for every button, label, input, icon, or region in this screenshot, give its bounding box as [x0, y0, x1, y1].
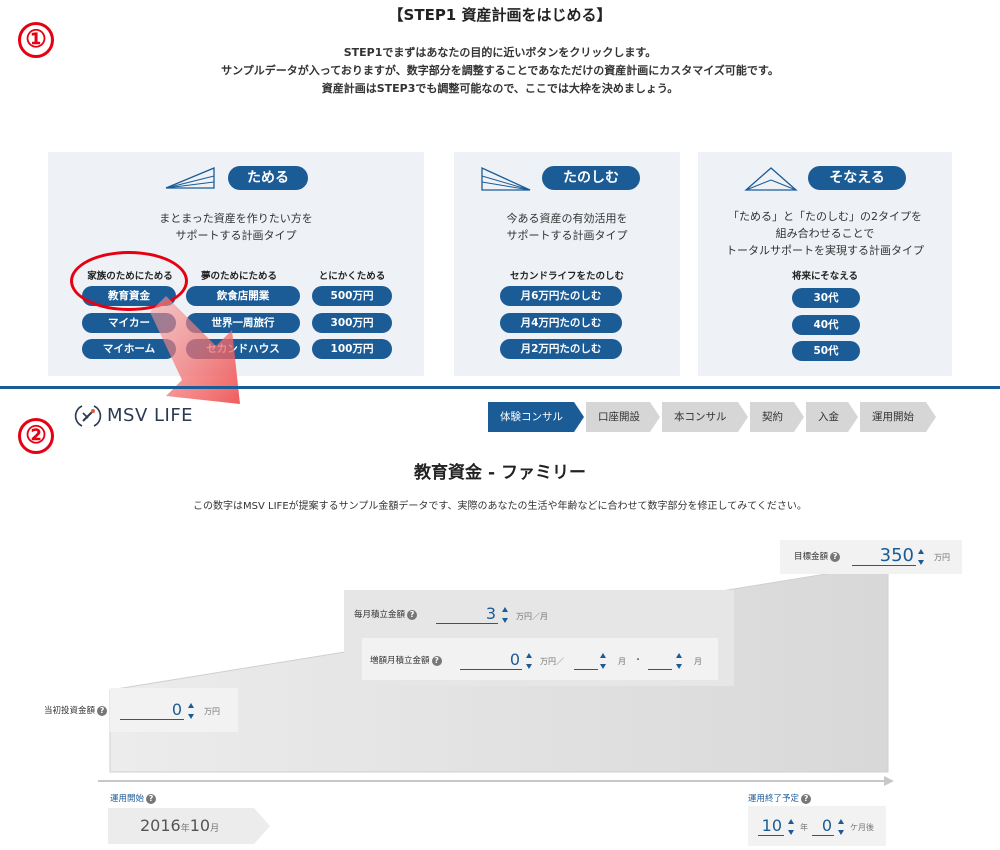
option-enjoy-20k[interactable]: 月2万円たのしむ: [500, 339, 622, 359]
end-label: 運用終了予定?: [748, 792, 812, 804]
monthly-amount-unit: 万円／月: [516, 612, 548, 621]
type-tanoshimu-button[interactable]: たのしむ: [542, 166, 640, 190]
step-trial-consult[interactable]: 体験コンサル: [488, 402, 584, 432]
intro-line-3: 資産計画はSTEP3でも調整可能なので、ここでは大枠を決めましょう。: [321, 82, 679, 95]
monthly-amount-spinner[interactable]: [502, 606, 508, 624]
intro-line-2: サンプルデータが入っておりますが、数字部分を調整することであなただけの資産計画に…: [221, 64, 779, 77]
target-amount-spinner[interactable]: [918, 548, 924, 566]
start-label: 運用開始?: [110, 792, 157, 804]
increase-month2-input[interactable]: [648, 650, 672, 670]
end-months-input[interactable]: 0: [812, 816, 834, 836]
option-enjoy-60k[interactable]: 月6万円たのしむ: [500, 286, 622, 306]
tameru-desc-line-1: まとまった資産を作りたい方を: [159, 212, 313, 225]
initial-amount-spinner[interactable]: [188, 702, 194, 720]
increase-label: 増額月積立金額?: [370, 654, 442, 666]
initial-amount-box: 0 万円: [110, 688, 238, 732]
end-months-spinner[interactable]: [838, 818, 844, 836]
end-years-spinner[interactable]: [788, 818, 794, 836]
column-title-dream: 夢のためにためる: [200, 271, 277, 282]
option-40s[interactable]: 40代: [792, 315, 860, 335]
msv-life-logo: MSV LIFE: [74, 402, 193, 430]
help-icon[interactable]: ?: [830, 551, 841, 562]
increase-month1-spinner[interactable]: [600, 652, 606, 670]
option-30s[interactable]: 30代: [792, 288, 860, 308]
plan-note: この数字はMSV LIFEが提案するサンプル金額データです、実際のあなたの生活や…: [193, 501, 807, 512]
increase-box: 増額月積立金額? 0 万円／ 月 ・ 月: [362, 638, 718, 680]
tanoshimu-desc-line-1: 今ある資産の有効活用を: [506, 212, 628, 225]
target-amount-label: 目標金額?: [794, 550, 841, 562]
end-years-unit: 年: [800, 823, 808, 832]
triangle-peak-icon: [744, 167, 798, 191]
tanoshimu-description: 今ある資産の有効活用を サポートする計画タイプ: [454, 210, 680, 244]
help-icon[interactable]: ?: [801, 793, 812, 804]
triangle-falling-icon: [481, 166, 531, 191]
triangle-rising-icon: [165, 167, 215, 189]
increase-month2-spinner[interactable]: [676, 652, 682, 670]
option-enjoy-40k[interactable]: 月4万円たのしむ: [500, 313, 622, 333]
option-5m-yen[interactable]: 500万円: [312, 286, 392, 306]
step1-title: 【STEP1 資産計画をはじめる】: [388, 6, 612, 24]
section-divider: [0, 386, 1000, 389]
help-icon[interactable]: ?: [431, 655, 442, 666]
sonaeru-desc-line-2: 組み合わせることで: [775, 227, 875, 240]
increase-month2-unit: 月: [694, 657, 702, 666]
monthly-label: 毎月積立金額?: [354, 608, 418, 620]
target-amount-input[interactable]: 350: [852, 546, 916, 566]
type-tameru-button[interactable]: ためる: [228, 166, 308, 190]
increase-amount-spinner[interactable]: [526, 652, 532, 670]
increase-month1-input[interactable]: [574, 650, 598, 670]
logo-text: MSV LIFE: [107, 405, 194, 426]
panel-sonaeru: そなえる 「ためる」と「たのしむ」の2タイプを 組み合わせることで トータルサポ…: [698, 152, 952, 376]
tameru-desc-line-2: サポートする計画タイプ: [175, 229, 297, 242]
step-main-consult[interactable]: 本コンサル: [662, 402, 748, 432]
panel-tanoshimu: たのしむ 今ある資産の有効活用を サポートする計画タイプ セカンドライフをたのし…: [454, 152, 680, 376]
increase-separator: ・: [634, 655, 642, 664]
target-amount-unit: 万円: [934, 553, 950, 562]
logo-mark-icon: [74, 405, 102, 427]
start-date[interactable]: 2016年10月: [140, 816, 219, 835]
start-month-unit: 月: [210, 824, 220, 834]
step1-intro: STEP1でまずはあなたの目的に近いボタンをクリックします。 サンプルデータが入…: [0, 44, 1000, 98]
step-deposit[interactable]: 入金: [806, 402, 858, 432]
end-months-unit: ケ月後: [850, 823, 874, 832]
plan-title: 教育資金 - ファミリー: [414, 463, 586, 483]
step-start-operation[interactable]: 運用開始: [860, 402, 936, 432]
step-account-opening[interactable]: 口座開設: [586, 402, 660, 432]
start-year-unit: 年: [180, 824, 190, 834]
target-amount-box: 目標金額? 350 万円: [780, 540, 962, 574]
help-icon[interactable]: ?: [407, 609, 418, 620]
step2-marker: ②: [18, 418, 54, 454]
help-icon[interactable]: ?: [97, 705, 108, 716]
option-1m-yen[interactable]: 100万円: [312, 339, 392, 359]
intro-line-1: STEP1でまずはあなたの目的に近いボタンをクリックします。: [343, 46, 657, 59]
step-contract[interactable]: 契約: [750, 402, 804, 432]
end-years-input[interactable]: 10: [758, 816, 784, 836]
increase-amount-input[interactable]: 0: [460, 650, 522, 670]
initial-amount-unit: 万円: [204, 707, 220, 716]
sonaeru-description: 「ためる」と「たのしむ」の2タイプを 組み合わせることで トータルサポートを実現…: [698, 208, 952, 259]
increase-amount-unit: 万円／: [540, 657, 564, 666]
sonaeru-desc-line-1: 「ためる」と「たのしむ」の2タイプを: [728, 210, 922, 223]
start-year: 2016: [140, 816, 181, 835]
option-50s[interactable]: 50代: [792, 341, 860, 361]
increase-month1-unit: 月: [618, 657, 626, 666]
option-3m-yen[interactable]: 300万円: [312, 313, 392, 333]
start-month: 10: [189, 816, 211, 835]
pointer-arrow-icon: [150, 296, 240, 404]
column-title-future: 将来にそなえる: [791, 271, 859, 282]
tameru-description: まとまった資産を作りたい方を サポートする計画タイプ: [48, 210, 424, 244]
column-title-second-life: セカンドライフをたのしむ: [509, 271, 624, 282]
initial-amount-label: 当初投資金額?: [44, 704, 108, 716]
type-sonaeru-button[interactable]: そなえる: [808, 166, 906, 190]
column-title-anyway: とにかくためる: [318, 271, 386, 282]
monthly-amount-input[interactable]: 3: [436, 604, 498, 624]
sonaeru-desc-line-3: トータルサポートを実現する計画タイプ: [726, 244, 924, 257]
tanoshimu-desc-line-2: サポートする計画タイプ: [506, 229, 628, 242]
help-icon[interactable]: ?: [146, 793, 157, 804]
end-box: 10 年 0 ケ月後: [748, 806, 886, 846]
initial-amount-input[interactable]: 0: [120, 700, 184, 720]
